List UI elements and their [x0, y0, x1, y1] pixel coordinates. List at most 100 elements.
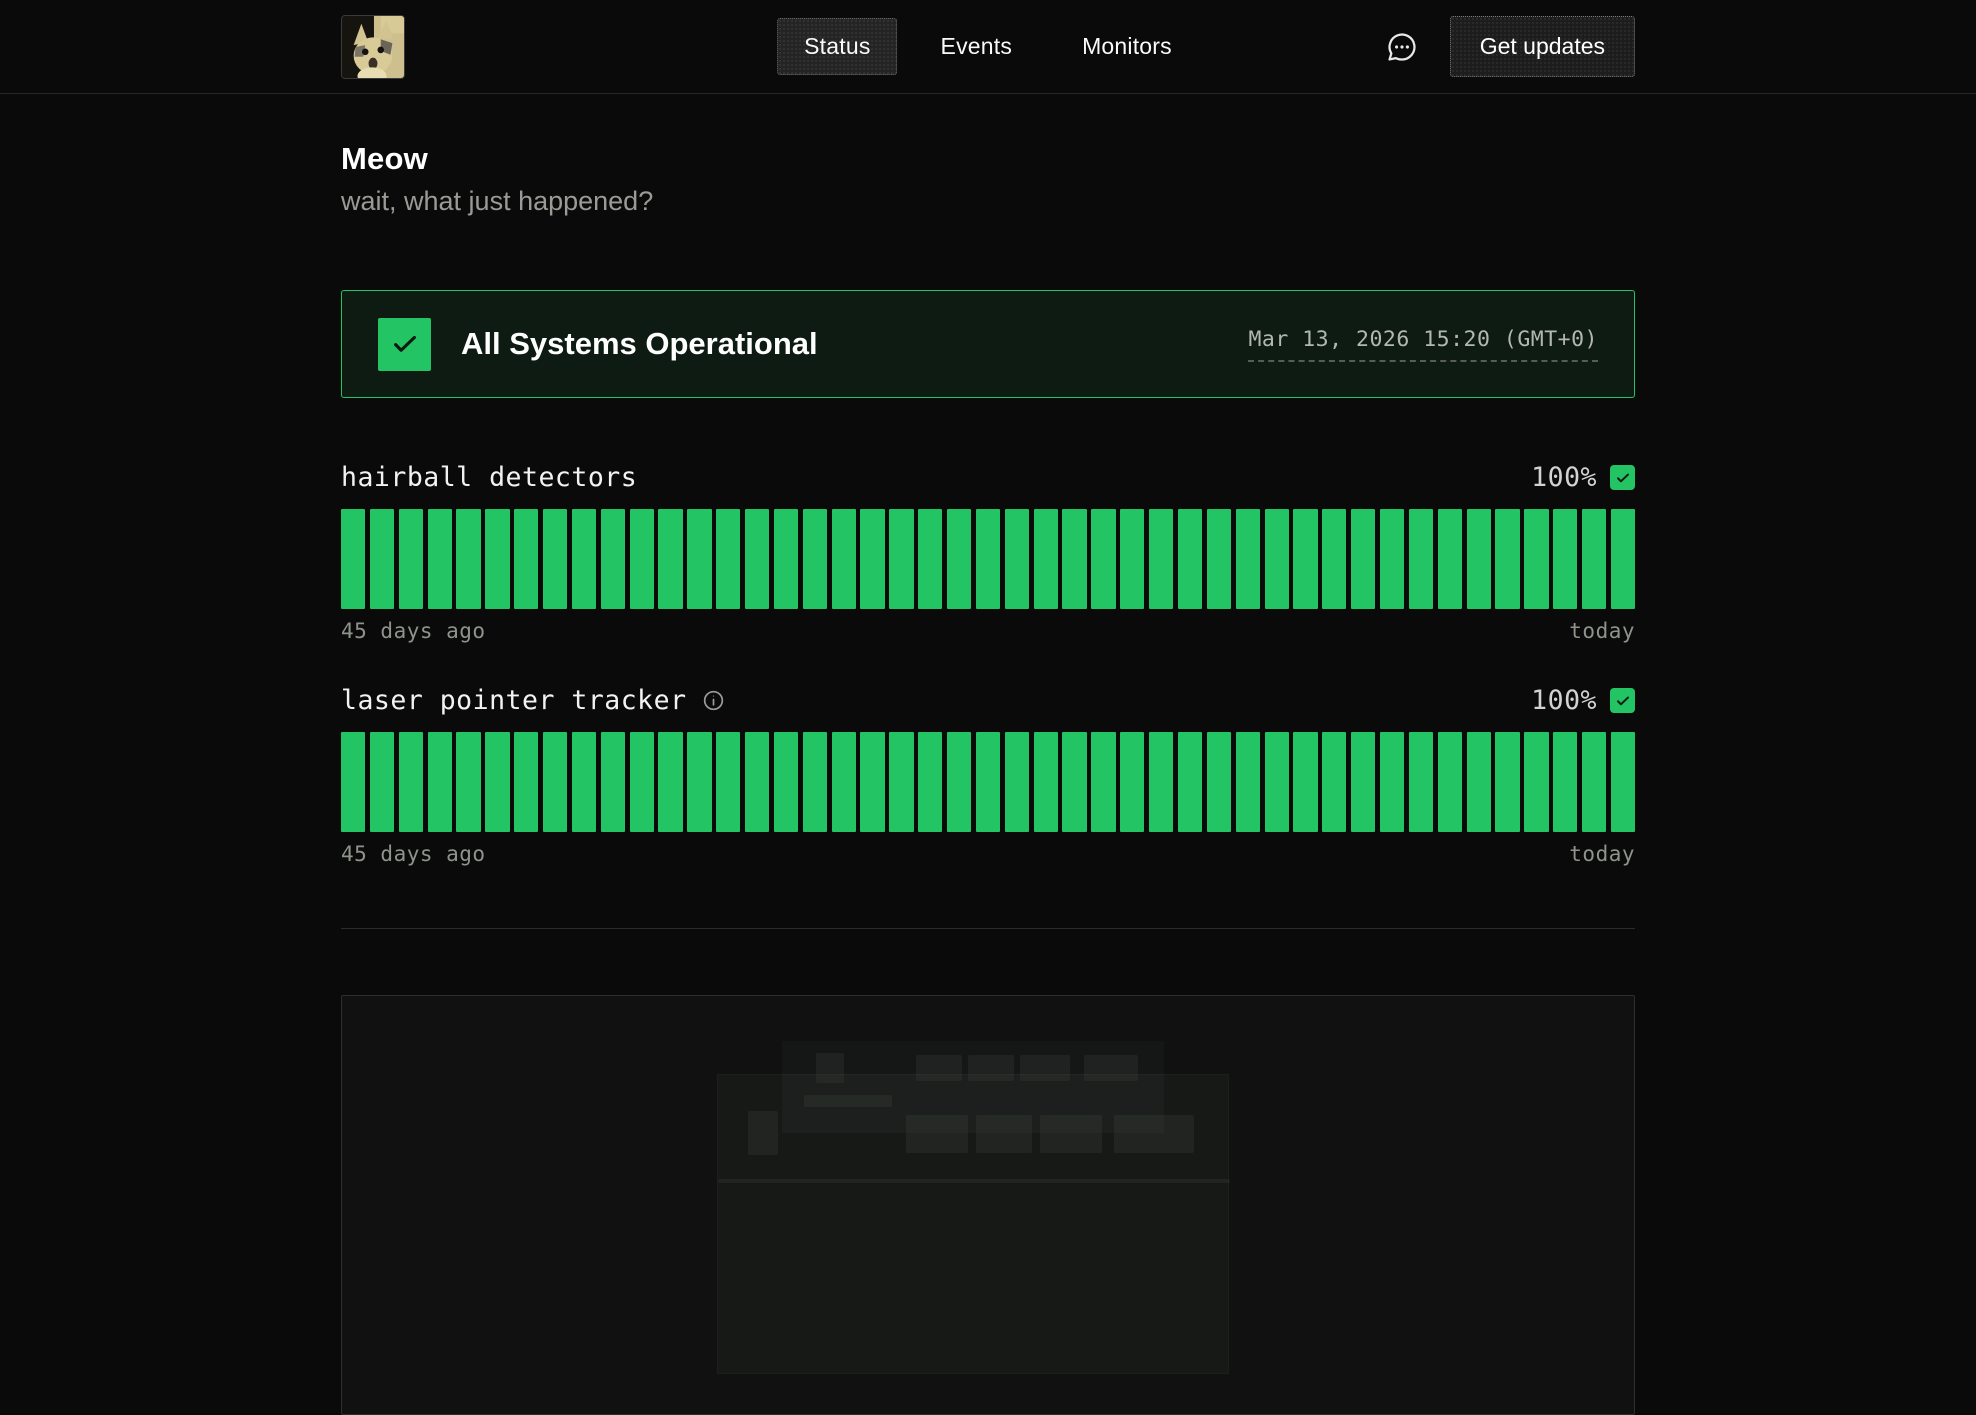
nav-tab-monitors[interactable]: Monitors: [1055, 18, 1199, 75]
feedback-chat-button[interactable]: [1382, 27, 1422, 67]
uptime-day-bar[interactable]: [860, 509, 884, 609]
uptime-day-bar[interactable]: [1293, 732, 1317, 832]
site-logo[interactable]: [341, 15, 405, 79]
uptime-day-bar[interactable]: [745, 509, 769, 609]
uptime-day-bar[interactable]: [803, 509, 827, 609]
uptime-day-bar[interactable]: [1178, 509, 1202, 609]
uptime-day-bar[interactable]: [1149, 732, 1173, 832]
uptime-day-bar[interactable]: [1611, 732, 1635, 832]
uptime-day-bar[interactable]: [1351, 509, 1375, 609]
monitor-info-button[interactable]: [702, 689, 725, 712]
uptime-day-bar[interactable]: [889, 732, 913, 832]
uptime-day-bar[interactable]: [1438, 509, 1462, 609]
uptime-day-bar[interactable]: [1524, 732, 1548, 832]
uptime-day-bar[interactable]: [1467, 509, 1491, 609]
uptime-day-bar[interactable]: [1293, 509, 1317, 609]
uptime-day-bar[interactable]: [1409, 732, 1433, 832]
uptime-day-bar[interactable]: [1062, 509, 1086, 609]
uptime-day-bar[interactable]: [341, 732, 365, 832]
uptime-day-bar[interactable]: [1005, 732, 1029, 832]
nav-tab-events[interactable]: Events: [914, 18, 1040, 75]
uptime-day-bar[interactable]: [1322, 732, 1346, 832]
uptime-day-bar[interactable]: [1438, 732, 1462, 832]
uptime-day-bar[interactable]: [658, 732, 682, 832]
uptime-day-bar[interactable]: [456, 509, 480, 609]
uptime-day-bar[interactable]: [485, 509, 509, 609]
uptime-day-bar[interactable]: [1178, 732, 1202, 832]
uptime-day-bar[interactable]: [1265, 509, 1289, 609]
get-updates-button[interactable]: Get updates: [1450, 16, 1635, 77]
uptime-day-bar[interactable]: [1611, 509, 1635, 609]
uptime-day-bar[interactable]: [860, 732, 884, 832]
uptime-day-bar[interactable]: [456, 732, 480, 832]
uptime-day-bar[interactable]: [947, 509, 971, 609]
uptime-day-bar[interactable]: [399, 732, 423, 832]
uptime-day-bar[interactable]: [1149, 509, 1173, 609]
uptime-day-bar[interactable]: [832, 732, 856, 832]
uptime-day-bar[interactable]: [1236, 509, 1260, 609]
uptime-day-bar[interactable]: [976, 509, 1000, 609]
uptime-day-bar[interactable]: [514, 509, 538, 609]
uptime-day-bar[interactable]: [1034, 509, 1058, 609]
uptime-day-bar[interactable]: [803, 732, 827, 832]
uptime-day-bar[interactable]: [341, 509, 365, 609]
uptime-day-bar[interactable]: [1495, 509, 1519, 609]
uptime-day-bar[interactable]: [1120, 732, 1144, 832]
uptime-day-bar[interactable]: [716, 732, 740, 832]
uptime-day-bar[interactable]: [1582, 732, 1606, 832]
uptime-day-bar[interactable]: [1062, 732, 1086, 832]
uptime-day-bar[interactable]: [514, 732, 538, 832]
uptime-day-bar[interactable]: [601, 732, 625, 832]
uptime-day-bar[interactable]: [1351, 732, 1375, 832]
uptime-day-bar[interactable]: [687, 732, 711, 832]
uptime-day-bar[interactable]: [1409, 509, 1433, 609]
uptime-day-bar[interactable]: [1207, 732, 1231, 832]
uptime-day-bar[interactable]: [832, 509, 856, 609]
monitor-uptime-group: 100%: [1531, 685, 1635, 716]
uptime-day-bar[interactable]: [918, 732, 942, 832]
uptime-day-bar[interactable]: [1553, 732, 1577, 832]
uptime-day-bar[interactable]: [1380, 732, 1404, 832]
uptime-day-bar[interactable]: [889, 509, 913, 609]
uptime-day-bar[interactable]: [399, 509, 423, 609]
uptime-day-bar[interactable]: [428, 732, 452, 832]
uptime-day-bar[interactable]: [687, 509, 711, 609]
uptime-day-bar[interactable]: [1236, 732, 1260, 832]
uptime-day-bar[interactable]: [1265, 732, 1289, 832]
uptime-day-bar[interactable]: [572, 732, 596, 832]
uptime-day-bar[interactable]: [947, 732, 971, 832]
uptime-day-bar[interactable]: [658, 509, 682, 609]
uptime-day-bar[interactable]: [976, 732, 1000, 832]
uptime-day-bar[interactable]: [716, 509, 740, 609]
check-icon: [378, 318, 431, 371]
uptime-day-bar[interactable]: [774, 732, 798, 832]
uptime-day-bar[interactable]: [1207, 509, 1231, 609]
nav-tab-status[interactable]: Status: [777, 18, 897, 75]
uptime-day-bar[interactable]: [1034, 732, 1058, 832]
uptime-day-bar[interactable]: [1495, 732, 1519, 832]
uptime-day-bar[interactable]: [601, 509, 625, 609]
uptime-day-bar[interactable]: [1120, 509, 1144, 609]
uptime-day-bar[interactable]: [1322, 509, 1346, 609]
uptime-day-bar[interactable]: [630, 509, 654, 609]
uptime-day-bar[interactable]: [370, 732, 394, 832]
uptime-day-bar[interactable]: [630, 732, 654, 832]
uptime-day-bar[interactable]: [1553, 509, 1577, 609]
uptime-day-bar[interactable]: [1005, 509, 1029, 609]
uptime-day-bar[interactable]: [1467, 732, 1491, 832]
uptime-day-bar[interactable]: [1091, 732, 1115, 832]
uptime-day-bar[interactable]: [1091, 509, 1115, 609]
uptime-day-bar[interactable]: [428, 509, 452, 609]
uptime-day-bar[interactable]: [1524, 509, 1548, 609]
status-timestamp[interactable]: Mar 13, 2026 15:20 (GMT+0): [1248, 327, 1598, 362]
uptime-day-bar[interactable]: [918, 509, 942, 609]
uptime-day-bar[interactable]: [543, 509, 567, 609]
uptime-day-bar[interactable]: [745, 732, 769, 832]
uptime-day-bar[interactable]: [485, 732, 509, 832]
uptime-day-bar[interactable]: [543, 732, 567, 832]
uptime-day-bar[interactable]: [572, 509, 596, 609]
uptime-day-bar[interactable]: [370, 509, 394, 609]
uptime-day-bar[interactable]: [1582, 509, 1606, 609]
uptime-day-bar[interactable]: [774, 509, 798, 609]
uptime-day-bar[interactable]: [1380, 509, 1404, 609]
